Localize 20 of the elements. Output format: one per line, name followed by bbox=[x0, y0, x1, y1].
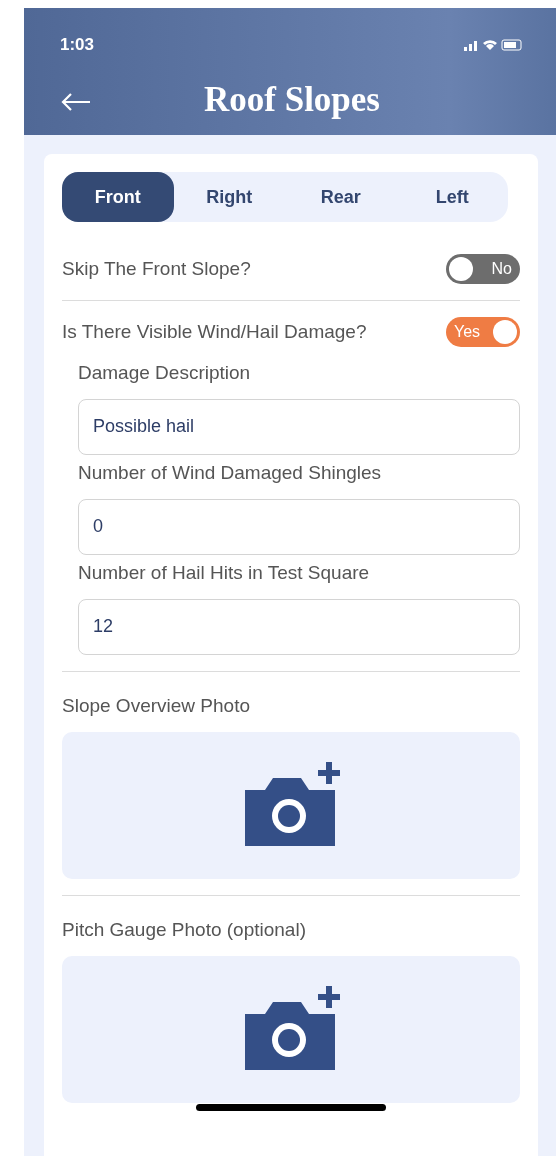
tab[interactable]: Right bbox=[173, 172, 285, 222]
status-time: 1:03 bbox=[60, 34, 95, 56]
tab[interactable]: Front bbox=[62, 172, 174, 222]
toggle-switch[interactable]: No bbox=[446, 254, 520, 284]
photo-label: Pitch Gauge Photo (optional) bbox=[62, 919, 307, 940]
toggle-label: Is There Visible Wind/Hail Damage? bbox=[62, 322, 367, 342]
photo-upload-area[interactable] bbox=[62, 955, 520, 1103]
toggle-label: Skip The Front Slope? bbox=[62, 259, 251, 279]
field-label: Number of Hail Hits in Test Square bbox=[78, 562, 371, 583]
status-icons bbox=[464, 37, 524, 52]
page-title: Roof Slopes bbox=[204, 78, 380, 121]
photo-upload-area[interactable] bbox=[62, 731, 520, 879]
input-field[interactable]: 0 bbox=[78, 498, 520, 555]
field-label: Number of Wind Damaged Shingles bbox=[78, 462, 383, 483]
field-label: Damage Description bbox=[78, 363, 252, 383]
input-field[interactable]: Possible hail bbox=[78, 398, 520, 455]
tab[interactable]: Left bbox=[396, 172, 508, 222]
photo-label: Slope Overview Photo bbox=[62, 695, 251, 716]
tab[interactable]: Rear bbox=[285, 172, 397, 222]
input-field[interactable]: 12 bbox=[78, 598, 520, 655]
